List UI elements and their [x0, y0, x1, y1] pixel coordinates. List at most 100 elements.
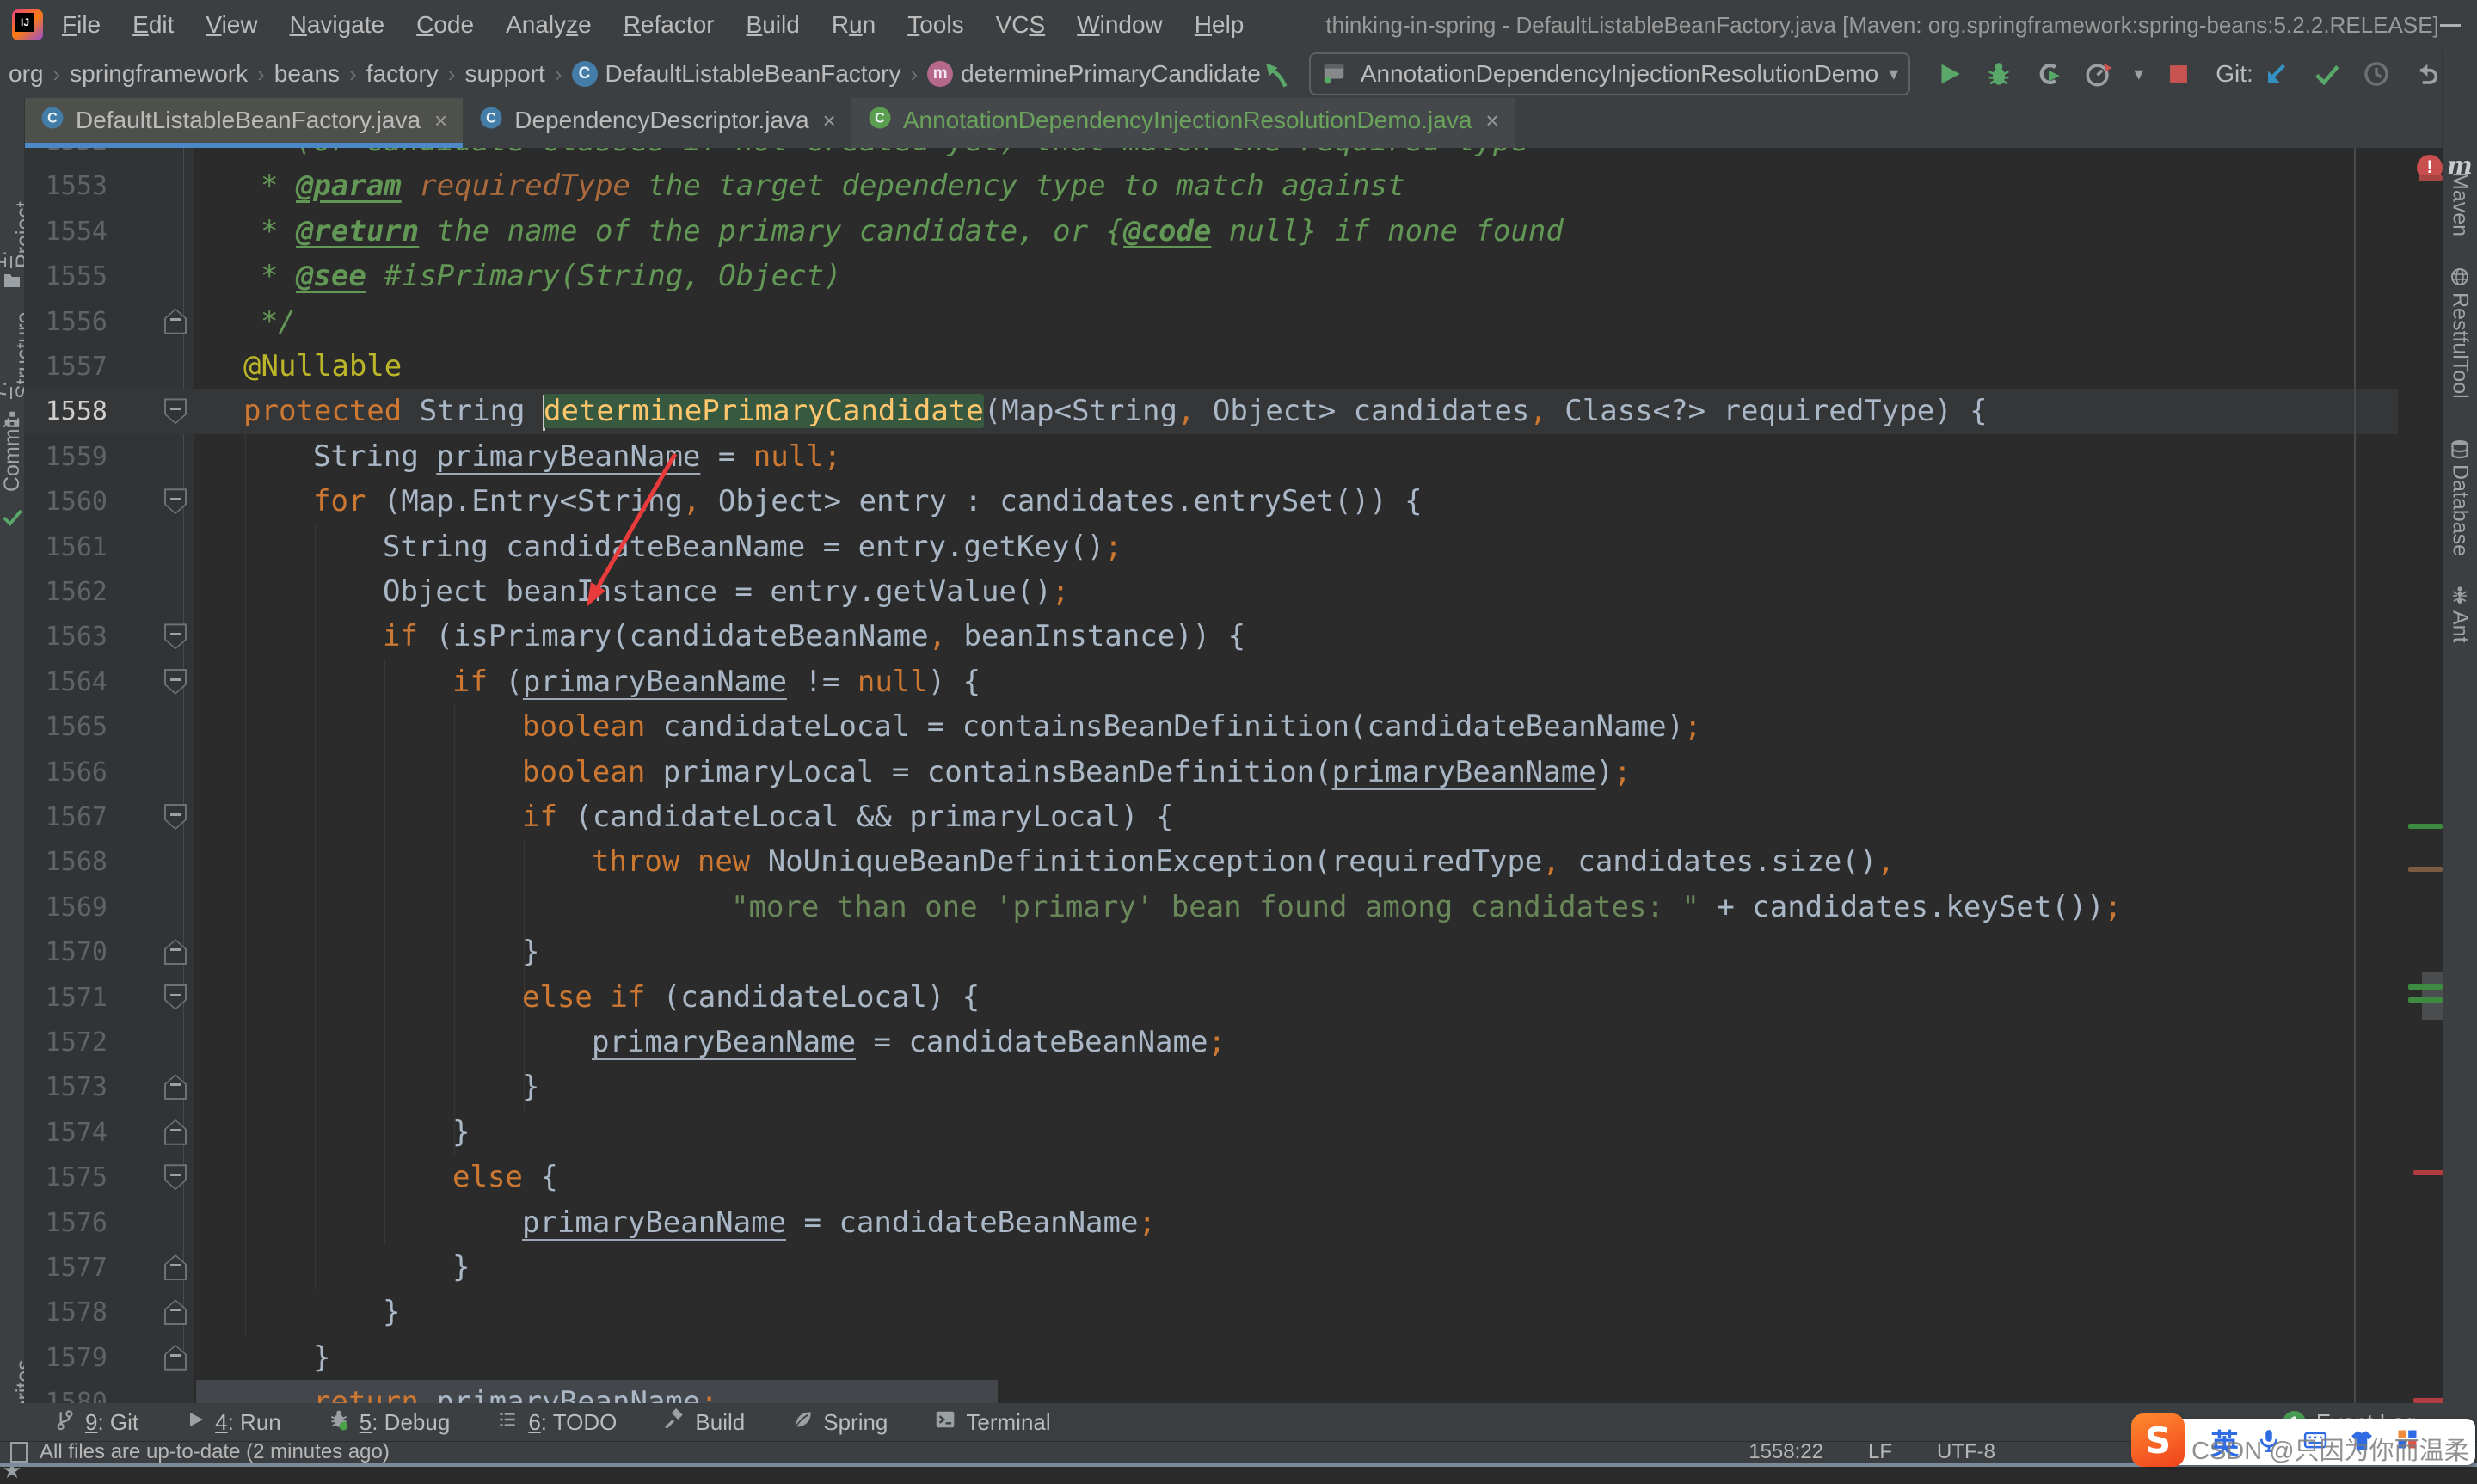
editor-tab-AnnotationDependencyInjectionResolutionDemo.java[interactable]: C AnnotationDependencyInjectionResolution…: [851, 98, 1515, 148]
hotswap-arrow-icon[interactable]: [1261, 59, 1290, 89]
file-encoding[interactable]: UTF-8: [1937, 1440, 1995, 1464]
breadcrumb-item-determinePrimaryCandidate[interactable]: m determinePrimaryCandidate: [927, 60, 1261, 88]
tool-window-button-debug[interactable]: 5: Debug: [328, 1408, 450, 1437]
menu-item-run[interactable]: Run: [832, 11, 876, 39]
git-rollback-button[interactable]: [2412, 59, 2441, 89]
code-line-1566[interactable]: 1566 boolean primaryLocal = containsBeanD…: [24, 750, 2396, 795]
chevron-down-icon[interactable]: ▾: [2134, 63, 2143, 85]
code-editor[interactable]: 1552 * (or candidate classes if not creat…: [24, 148, 2443, 1403]
code-line-1579[interactable]: 1579}: [24, 1335, 2396, 1381]
code-line-1559[interactable]: 1559 String primaryBeanName = null;: [24, 434, 2396, 480]
menu-item-tools[interactable]: Tools: [907, 11, 963, 39]
coverage-button[interactable]: [2034, 59, 2063, 89]
menu-item-vcs[interactable]: VCS: [996, 11, 1046, 39]
tool-window-button-7-structure[interactable]: 7: Structure: [0, 304, 36, 399]
breadcrumb-item-beans[interactable]: beans: [274, 60, 340, 88]
code-line-1563[interactable]: 1563 if (isPrimary(candidateBeanName, bea…: [24, 614, 2396, 659]
change-stripe-mark[interactable]: [2408, 984, 2443, 990]
error-stripe-mark[interactable]: [2413, 1170, 2443, 1175]
code-line-1577[interactable]: 1577}: [24, 1245, 2396, 1291]
menu-item-build[interactable]: Build: [747, 11, 800, 39]
stop-button[interactable]: [2164, 59, 2193, 89]
menu-item-file[interactable]: File: [62, 11, 101, 39]
commit-icon[interactable]: [0, 502, 24, 531]
tool-window-button-database[interactable]: Database: [2443, 464, 2477, 559]
tab-close-icon[interactable]: ×: [823, 107, 836, 134]
editor-tab-DefaultListableBeanFactory.java[interactable]: C DefaultListableBeanFactory.java ×: [24, 98, 464, 148]
menu-item-analyze[interactable]: Analyze: [506, 11, 592, 39]
code-line-1572[interactable]: 1572 primaryBeanName = candidateBeanName;: [24, 1020, 2396, 1065]
code-line-1569[interactable]: 1569 "more than one 'primary' bean found …: [24, 885, 2396, 930]
globe-icon[interactable]: [2443, 267, 2477, 287]
breadcrumb-item-DefaultListableBeanFactory[interactable]: C DefaultListableBeanFactory: [571, 60, 901, 88]
code-line-1561[interactable]: 1561 String candidateBeanName = entry.get…: [24, 524, 2396, 570]
code-line-1575[interactable]: 1575 else {: [24, 1155, 2396, 1200]
tool-window-button-maven[interactable]: Maven: [2443, 172, 2477, 239]
run-configuration-select[interactable]: AnnotationDependencyInjectionResolutionD…: [1308, 52, 1911, 95]
line-ending[interactable]: LF: [1868, 1440, 1892, 1464]
code-line-1573[interactable]: 1573}: [24, 1064, 2396, 1110]
code-line-1560[interactable]: 1560 for (Map.Entry<String, Object> entry…: [24, 479, 2396, 524]
change-stripe-mark[interactable]: [2408, 867, 2443, 872]
breadcrumb-item-org[interactable]: org: [9, 60, 43, 88]
code-line-1576[interactable]: 1576 primaryBeanName = candidateBeanName;: [24, 1200, 2396, 1246]
menu-item-edit[interactable]: Edit: [132, 11, 174, 39]
ant-icon[interactable]: [2443, 585, 2477, 605]
folder-icon[interactable]: [0, 270, 24, 291]
change-stripe-mark[interactable]: [2408, 824, 2443, 829]
editor-tab-DependencyDescriptor.java[interactable]: C DependencyDescriptor.java ×: [463, 98, 851, 148]
code-line-1564[interactable]: 1564 if (primaryBeanName != null) {: [24, 659, 2396, 705]
scrollbar-thumb[interactable]: [2422, 972, 2443, 1020]
code-line-1562[interactable]: 1562 Object beanInstance = entry.getValue…: [24, 569, 2396, 615]
tab-close-icon[interactable]: ×: [434, 107, 447, 134]
tool-window-button-ant[interactable]: Ant: [2443, 610, 2477, 650]
profiler-button[interactable]: [2084, 59, 2113, 89]
tool-window-button-1-project[interactable]: 1: Project: [0, 198, 36, 268]
error-stripe-mark[interactable]: [2419, 175, 2443, 181]
code-line-1552[interactable]: 1552 * (or candidate classes if not creat…: [24, 148, 2396, 164]
breadcrumb-item-support[interactable]: support: [464, 60, 544, 88]
git-update-button[interactable]: [2262, 59, 2291, 89]
code-line-1571[interactable]: 1571 else if (candidateLocal) {: [24, 975, 2396, 1021]
tab-close-icon[interactable]: ×: [1485, 107, 1498, 134]
code-line-1553[interactable]: 1553 * @param requiredType the target dep…: [24, 163, 2396, 209]
tool-window-button-build[interactable]: Build: [663, 1407, 745, 1437]
breadcrumb-item-factory[interactable]: factory: [366, 60, 439, 88]
code-line-1574[interactable]: 1574}: [24, 1110, 2396, 1156]
menu-item-window[interactable]: Window: [1077, 11, 1163, 39]
menu-item-navigate[interactable]: Navigate: [290, 11, 385, 39]
code-line-1578[interactable]: 1578}: [24, 1290, 2396, 1335]
tool-window-button-spring[interactable]: Spring: [791, 1408, 888, 1437]
tool-window-button-commit[interactable]: Commit: [0, 418, 24, 492]
code-line-1555[interactable]: 1555 * @see #isPrimary(String, Object): [24, 254, 2396, 299]
git-history-button[interactable]: [2362, 59, 2391, 89]
code-line-1567[interactable]: 1567 if (candidateLocal && primaryLocal) …: [24, 794, 2396, 840]
code-line-1558[interactable]: 1558 protected String determinePrimaryCan…: [24, 389, 2396, 434]
git-commit-button[interactable]: [2312, 59, 2341, 89]
menu-item-refactor[interactable]: Refactor: [624, 11, 715, 39]
tool-window-button-terminal[interactable]: Terminal: [934, 1408, 1051, 1437]
tool-window-button-todo[interactable]: 6: TODO: [496, 1408, 617, 1437]
code-line-1565[interactable]: 1565 boolean candidateLocal = containsBea…: [24, 704, 2396, 750]
menu-item-view[interactable]: View: [206, 11, 257, 39]
code-line-1554[interactable]: 1554 * @return the name of the primary ca…: [24, 209, 2396, 254]
tool-window-button-run[interactable]: 4: Run: [185, 1409, 281, 1436]
code-line-1570[interactable]: 1570}: [24, 929, 2396, 975]
debug-button[interactable]: [1984, 59, 2013, 89]
run-button[interactable]: [1934, 59, 1964, 89]
menu-item-help[interactable]: Help: [1195, 11, 1245, 39]
sogou-logo[interactable]: S: [2131, 1413, 2185, 1467]
code-line-1580[interactable]: 1580 return primaryBeanName;: [24, 1380, 2396, 1403]
code-line-1568[interactable]: 1568 throw new NoUniqueBeanDefinitionExce…: [24, 839, 2396, 885]
caret-position[interactable]: 1558:22: [1749, 1440, 1823, 1464]
change-stripe-mark[interactable]: [2408, 997, 2443, 1003]
tool-window-button-restfultool[interactable]: RestfulTool: [2443, 292, 2477, 406]
menu-item-code[interactable]: Code: [416, 11, 474, 39]
tool-window-button-git[interactable]: 9: Git: [53, 1408, 138, 1437]
database-icon[interactable]: [2443, 438, 2477, 459]
maven-icon[interactable]: m: [2443, 151, 2477, 180]
code-line-1557[interactable]: 1557 @Nullable: [24, 344, 2396, 389]
breadcrumb-item-springframework[interactable]: springframework: [70, 60, 248, 88]
code-line-1556[interactable]: 1556 */: [24, 299, 2396, 345]
minimize-button[interactable]: [2439, 14, 2462, 36]
